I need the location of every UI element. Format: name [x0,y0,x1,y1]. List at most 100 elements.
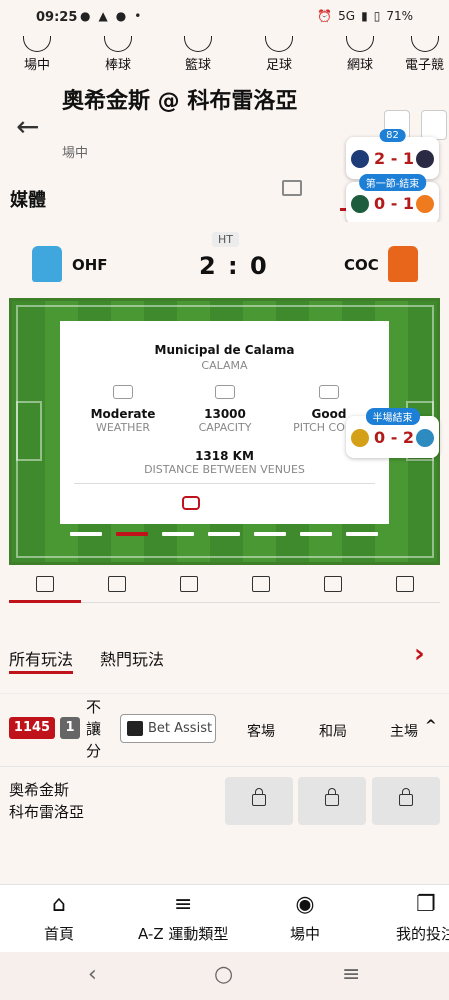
system-nav-bar: ‹ ○ ≡ [0,952,449,1000]
market-id-badge: 1145 [9,717,55,739]
dot-icon: • [134,9,142,23]
team-logo-icon [416,150,434,168]
home-team-name: OHF [72,256,108,274]
commentary-tab-icon[interactable] [324,576,342,592]
chevron-right-icon[interactable]: › [414,639,425,669]
odds-header: 1145 1 不讓分 Bet Assist 客場 和局 主場 ^ [0,693,449,767]
live-icon [23,36,51,52]
bottom-nav: ⌂ 首頁 ≡ A-Z 運動類型 ◉ 場中 ❐ 我的投注 [0,884,449,952]
venue-divider [74,483,375,484]
carousel-dot[interactable] [208,532,240,536]
sport-item-basketball[interactable]: 籃球 [168,36,228,73]
message-icon: ● [80,9,91,23]
weather-icon [113,385,133,399]
overlay-score: 0 - 2 [374,428,415,447]
sport-item-soccer[interactable]: 足球 [249,36,309,73]
pitch-tab-icon[interactable] [36,576,54,592]
carousel-dot[interactable] [70,532,102,536]
col-home: 主場 [390,724,418,740]
left-goal-area [16,401,42,461]
network-label: 5G [338,9,356,23]
status-right: ⏰ 5G ▮ ▯ 71% [317,9,413,23]
team-logo-icon [416,195,434,213]
tennis-icon [346,36,374,52]
sport-item-live[interactable]: 場中 [7,36,67,73]
carousel-dot-active[interactable] [116,532,148,536]
broadcaster-logo-icon [182,496,200,510]
chat-icon: ● [115,9,127,23]
odds-button-away[interactable] [225,777,293,825]
sport-item-baseball[interactable]: 棒球 [88,36,148,73]
scoreboard: OHF HT 2 : 0 COC [0,222,449,298]
tab-all-markets[interactable]: 所有玩法 [9,646,73,670]
kit-tab-icon[interactable] [396,576,414,592]
team-logo-icon [351,150,369,168]
carousel-dot[interactable] [346,532,378,536]
lock-icon [399,788,413,806]
live-score-overlay-3[interactable]: 半場結束 0 - 2 [346,408,439,458]
match-row: 奧希金斯 科布雷洛亞 [0,767,449,835]
live-score-overlay-1[interactable]: 82 2 - 1 [346,129,439,179]
stats-view-button[interactable] [421,110,447,140]
nav-sports-az[interactable]: ≡ A-Z 運動類型 [138,893,228,944]
menu-icon: ≡ [173,892,193,917]
signal-icon: ▮ [361,9,368,23]
nav-my-bets[interactable]: ❐ 我的投注 [396,893,449,944]
venue-card: Municipal de Calama CALAMA Moderate WEAT… [60,321,389,524]
tv-icon[interactable] [282,180,302,196]
media-label: 媒體 [10,190,46,211]
baseball-icon [104,36,132,52]
col-draw: 和局 [319,724,347,740]
page-subtitle: 場中 [62,146,89,161]
carousel-dot[interactable] [162,532,194,536]
team-logo-icon [351,429,369,447]
odds-button-home[interactable] [372,777,440,825]
stats-tab-icon[interactable] [108,576,126,592]
soccer-icon [265,36,293,52]
away-team-name: COC [344,256,379,274]
overlay-badge: 第一節-結束 [358,174,427,191]
system-recents-icon[interactable]: ≡ [342,962,360,987]
col-away: 客場 [247,724,275,740]
battery-icon: ▯ [373,9,381,23]
live-icon: ◉ [295,892,315,917]
tab-popular-markets[interactable]: 熱門玩法 [100,646,164,670]
bets-icon: ❐ [416,893,436,917]
market-tabs: 所有玩法 熱門玩法 › [0,603,449,693]
chevron-up-icon[interactable]: ^ [425,718,437,734]
match-teams: 奧希金斯 科布雷洛亞 [9,781,85,821]
system-home-icon[interactable]: ○ [214,962,233,987]
carousel-dot[interactable] [300,532,332,536]
odds-button-draw[interactable] [298,777,366,825]
stadium-icon [215,385,235,399]
away-jersey-icon [388,246,418,282]
live-score-overlay-2[interactable]: 第一節-結束 0 - 1 [346,174,439,224]
back-arrow-icon[interactable]: ← [16,110,39,143]
esports-icon [411,36,439,52]
page-title: 奧希金斯 @ 科布雷洛亞 [62,89,298,114]
alarm-icon: ⏰ [317,9,333,23]
lock-icon [252,788,266,806]
standings-tab-icon[interactable] [252,576,270,592]
carousel-dot[interactable] [254,532,286,536]
home-jersey-icon [32,246,62,282]
overlay-badge: 82 [379,129,406,142]
nav-live[interactable]: ◉ 場中 [290,893,320,944]
system-back-icon[interactable]: ‹ [88,962,97,987]
market-count-badge: 1 [60,717,80,739]
overlay-badge: 半場結束 [365,408,420,425]
overlay-score: 2 - 1 [374,149,415,168]
market-type-label: 不讓分 [86,698,102,760]
capacity-stat: 13000 CAPACITY [170,385,280,434]
team-logo-icon [351,195,369,213]
sport-nav: 場中 棒球 籃球 足球 網球 電子競 [0,36,449,80]
sport-item-esports[interactable]: 電子競 [405,36,449,73]
venue-city: CALAMA [201,359,248,372]
bet-assist-button[interactable]: Bet Assist [120,714,216,743]
market-tab-underline [9,671,73,674]
warning-icon: ▲ [98,9,108,23]
sport-item-tennis[interactable]: 網球 [330,36,390,73]
lineups-tab-icon[interactable] [180,576,198,592]
nav-home[interactable]: ⌂ 首頁 [44,893,74,944]
match-view-tabs [9,566,440,603]
